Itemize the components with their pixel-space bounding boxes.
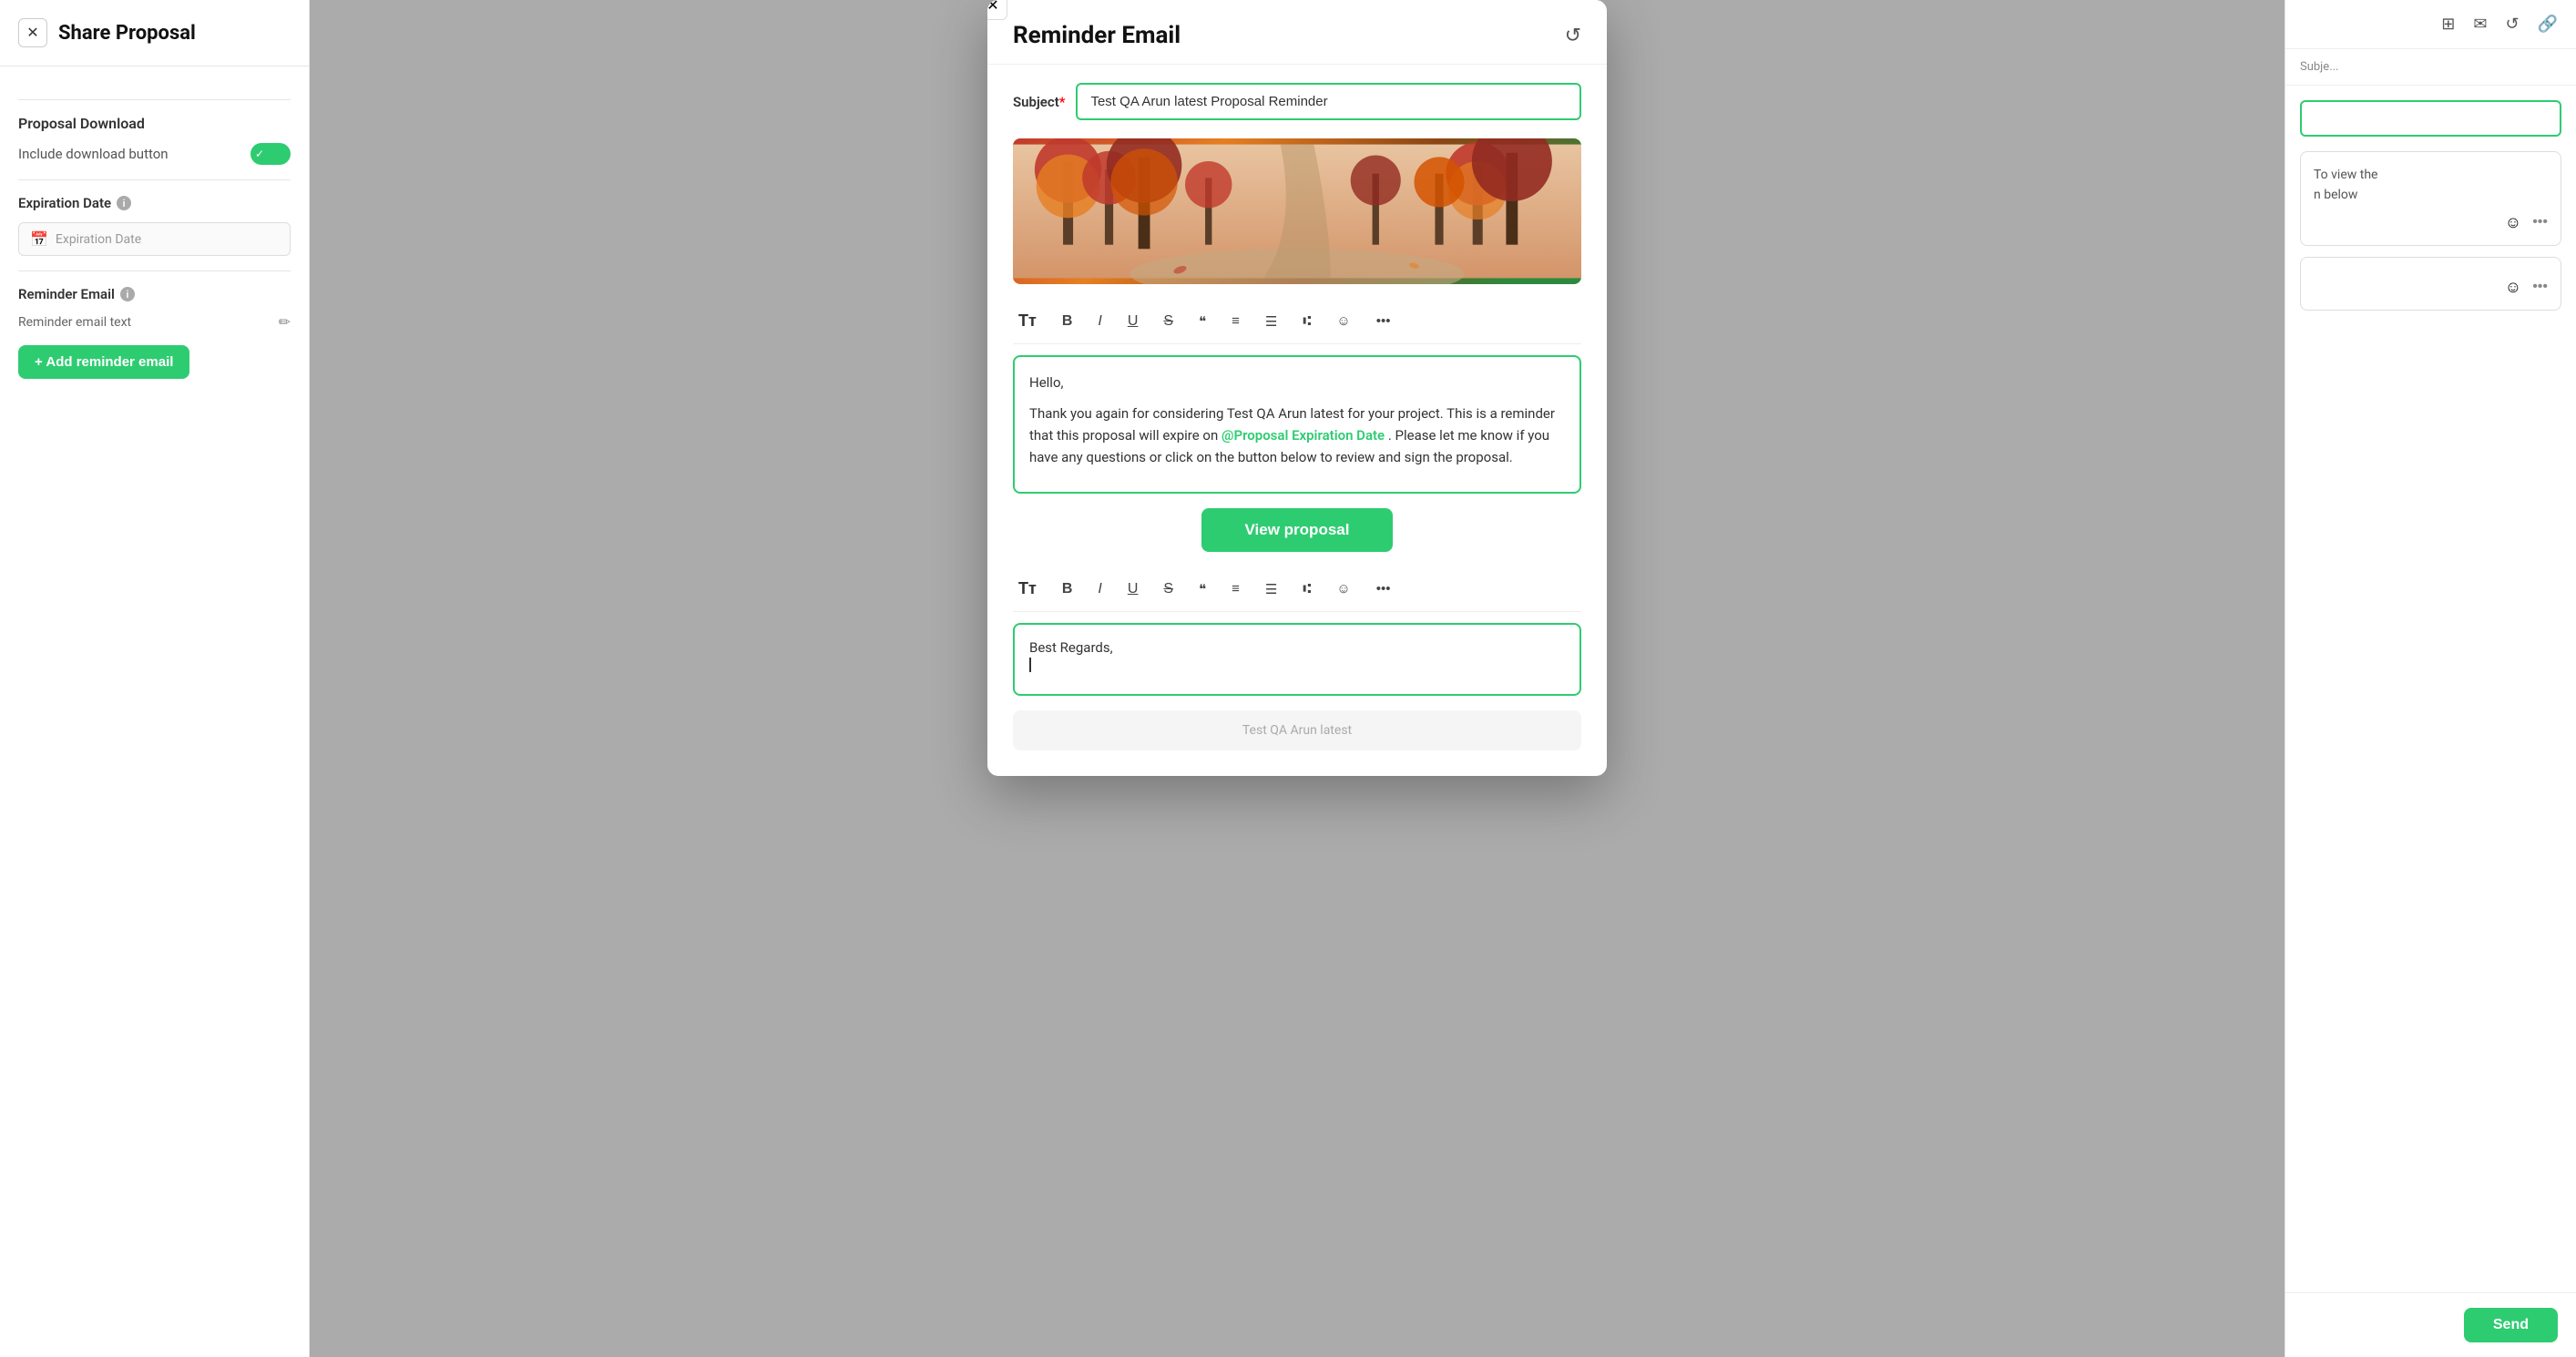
align-btn-top[interactable]: ≡ (1226, 310, 1245, 332)
add-reminder-button[interactable]: + Add reminder email (18, 345, 189, 379)
emoji-btn-top[interactable]: ☺ (1331, 310, 1355, 332)
rp-more-btn-2[interactable]: ••• (2532, 279, 2548, 295)
text-format-btn-top[interactable]: Tᴛ (1013, 308, 1042, 334)
link-icon[interactable]: 🔗 (2538, 15, 2558, 34)
left-panel: ✕ Share Proposal Proposal Download Inclu… (0, 0, 310, 1357)
modal-close-button[interactable]: ✕ (987, 0, 1007, 20)
reminder-info-icon[interactable]: i (120, 287, 135, 301)
rp-card-1: To view then below ☺ ••• (2300, 151, 2561, 246)
strike-btn-bottom[interactable]: S (1158, 577, 1179, 601)
underline-btn-top[interactable]: U (1122, 310, 1144, 333)
modal-overlay: ✕ Reminder Email ↺ Subject* (310, 0, 2285, 1357)
bold-btn-bottom[interactable]: B (1057, 577, 1078, 601)
divider-1 (18, 99, 291, 100)
bullet-list-btn-top[interactable]: ☰ (1260, 310, 1283, 333)
panel-content: Proposal Download Include download butto… (0, 66, 309, 397)
toggle-check-icon: ✓ (255, 148, 264, 160)
numbered-list-btn-bottom[interactable]: ⑆ (1297, 577, 1316, 600)
body-text: Thank you again for considering Test QA … (1029, 403, 1565, 468)
more-btn-bottom[interactable]: ••• (1371, 577, 1396, 600)
italic-btn-top[interactable]: I (1092, 310, 1107, 333)
calendar-icon: 📅 (30, 230, 48, 248)
close-panel-button[interactable]: ✕ (18, 18, 47, 47)
rp-emoji-btn-2[interactable]: ☺ (2505, 278, 2521, 297)
expiration-date-input-row[interactable]: 📅 Expiration Date (18, 222, 291, 256)
reminder-heading-row: Reminder Email i (18, 286, 291, 302)
quote-btn-top[interactable]: ❝ (1193, 310, 1211, 333)
reminder-edit-icon[interactable]: ✏ (279, 313, 291, 331)
subject-input[interactable] (1076, 83, 1581, 120)
more-btn-top[interactable]: ••• (1371, 310, 1396, 332)
modal-body: Subject* (987, 65, 1607, 776)
grid-icon[interactable]: ⊞ (2441, 15, 2455, 34)
closing-text: Best Regards, (1029, 639, 1113, 656)
divider-3 (18, 270, 291, 271)
download-toggle-row: Include download button ✓ (18, 143, 291, 165)
subject-label: Subject* (1013, 94, 1065, 110)
text-format-icon-bottom: Tᴛ (1018, 579, 1037, 598)
rp-subject-label: Subje... (2300, 60, 2338, 74)
right-panel-content: To view then below ☺ ••• ☺ ••• (2285, 86, 2576, 1292)
emoji-btn-bottom[interactable]: ☺ (1331, 577, 1355, 600)
modal-title: Reminder Email (1013, 22, 1181, 49)
email-body-bottom[interactable]: Best Regards, (1013, 623, 1581, 696)
download-toggle-label: Include download button (18, 146, 169, 162)
text-format-btn-bottom[interactable]: Tᴛ (1013, 576, 1042, 602)
rp-card-actions-2: ☺ ••• (2314, 278, 2548, 297)
italic-btn-bottom[interactable]: I (1092, 577, 1107, 601)
view-proposal-button[interactable]: View proposal (1201, 508, 1394, 552)
footer-text: Test QA Arun latest (1242, 723, 1352, 738)
expiry-tag: @Proposal Expiration Date (1222, 427, 1385, 444)
expiration-heading-text: Expiration Date (18, 195, 111, 211)
email-header-image (1013, 138, 1581, 284)
right-panel-subject-area: Subje... (2285, 49, 2576, 86)
panel-title: Share Proposal (58, 22, 196, 45)
reminder-text-row: Reminder email text ✏ (18, 313, 291, 331)
view-proposal-wrap: View proposal (1013, 508, 1581, 552)
greeting-text: Hello, (1029, 372, 1565, 393)
rp-more-btn-1[interactable]: ••• (2532, 214, 2548, 230)
rp-card-2: ☺ ••• (2300, 257, 2561, 311)
required-star: * (1059, 94, 1066, 110)
expiration-heading-row: Expiration Date i (18, 195, 291, 211)
download-toggle-switch[interactable]: ✓ (250, 143, 291, 165)
expiration-date-placeholder: Expiration Date (56, 232, 141, 247)
main-area: ✕ Reminder Email ↺ Subject* (310, 0, 2285, 1357)
toolbar-bottom: Tᴛ B I U S ❝ ≡ ☰ ⑆ ☺ ••• (1013, 566, 1581, 612)
reminder-heading-text: Reminder Email (18, 286, 115, 302)
subject-row: Subject* (1013, 83, 1581, 120)
right-panel: ⊞ ✉ ↺ 🔗 Subje... To view then below ☺ ••… (2285, 0, 2576, 1357)
rp-card-actions-1: ☺ ••• (2314, 213, 2548, 232)
proposal-download-heading: Proposal Download (18, 115, 291, 132)
modal-header: Reminder Email ↺ (987, 0, 1607, 65)
rp-card-1-text: To view then below (2314, 168, 2377, 202)
reminder-text-label: Reminder email text (18, 315, 131, 330)
expiration-info-icon[interactable]: i (117, 196, 131, 210)
send-button[interactable]: Send (2464, 1308, 2558, 1342)
right-toolbar: ⊞ ✉ ↺ 🔗 (2285, 0, 2576, 49)
text-cursor (1029, 658, 1031, 672)
reminder-email-modal: ✕ Reminder Email ↺ Subject* (987, 0, 1607, 776)
undo-icon[interactable]: ↺ (2505, 15, 2519, 34)
align-btn-bottom[interactable]: ≡ (1226, 577, 1245, 600)
strike-btn-top[interactable]: S (1158, 310, 1179, 333)
rp-input-field[interactable] (2300, 100, 2561, 137)
bold-btn-top[interactable]: B (1057, 310, 1078, 333)
toolbar-top: Tᴛ B I U S ❝ ≡ ☰ ⑆ ☺ ••• (1013, 299, 1581, 344)
bullet-list-btn-bottom[interactable]: ☰ (1260, 577, 1283, 601)
email-icon[interactable]: ✉ (2473, 15, 2487, 34)
panel-header: ✕ Share Proposal (0, 18, 309, 66)
modal-reset-button[interactable]: ↺ (1565, 24, 1581, 47)
underline-btn-bottom[interactable]: U (1122, 577, 1144, 601)
right-panel-footer: Send (2285, 1292, 2576, 1357)
numbered-list-btn-top[interactable]: ⑆ (1297, 310, 1316, 332)
text-format-icon-top: Tᴛ (1018, 311, 1037, 331)
email-body-top[interactable]: Hello, Thank you again for considering T… (1013, 355, 1581, 494)
quote-btn-bottom[interactable]: ❝ (1193, 577, 1211, 601)
divider-2 (18, 179, 291, 180)
email-footer: Test QA Arun latest (1013, 710, 1581, 750)
rp-emoji-btn-1[interactable]: ☺ (2505, 213, 2521, 232)
